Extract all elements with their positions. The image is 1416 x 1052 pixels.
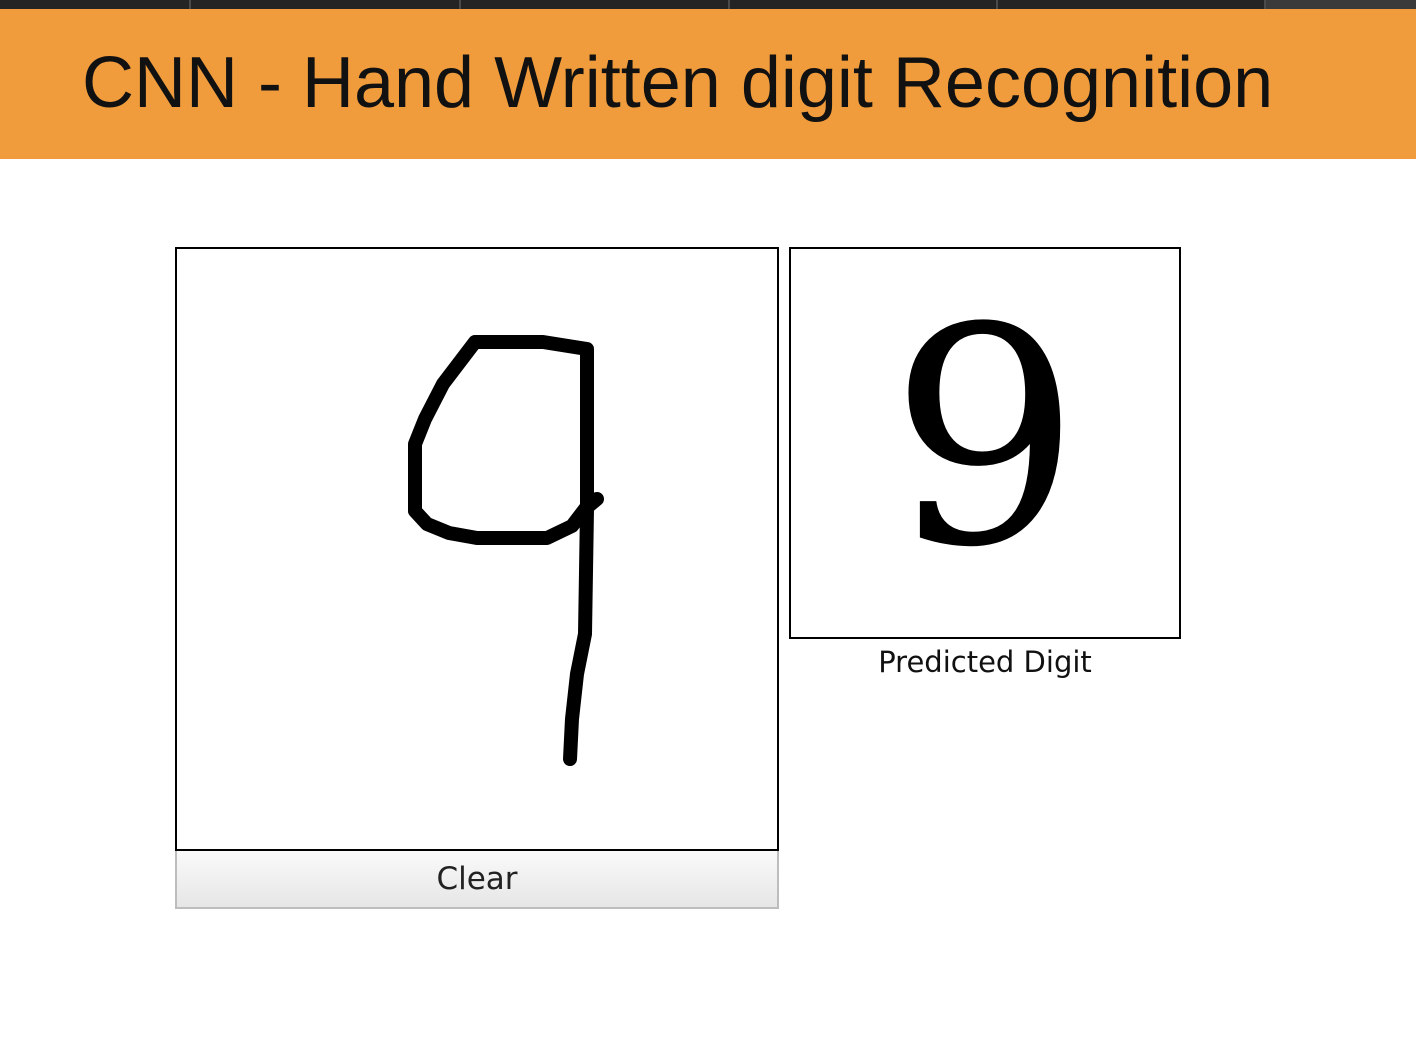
browser-tab[interactable] [998, 0, 1266, 9]
predicted-digit: 9 [889, 264, 1081, 613]
prediction-display: 9 [789, 247, 1181, 639]
browser-tab[interactable] [730, 0, 998, 9]
browser-tab[interactable] [0, 0, 191, 9]
browser-tab-active[interactable] [1266, 0, 1416, 9]
prediction-caption: Predicted Digit [878, 645, 1092, 679]
browser-tab[interactable] [461, 0, 730, 9]
page-header: CNN - Hand Written digit Recognition [0, 9, 1416, 159]
page-title: CNN - Hand Written digit Recognition [82, 43, 1274, 123]
browser-tab-strip [0, 0, 1416, 9]
drawing-canvas[interactable] [175, 247, 779, 851]
handwritten-nine-icon [408, 335, 604, 766]
browser-tab[interactable] [191, 0, 461, 9]
clear-button[interactable]: Clear [175, 851, 779, 909]
